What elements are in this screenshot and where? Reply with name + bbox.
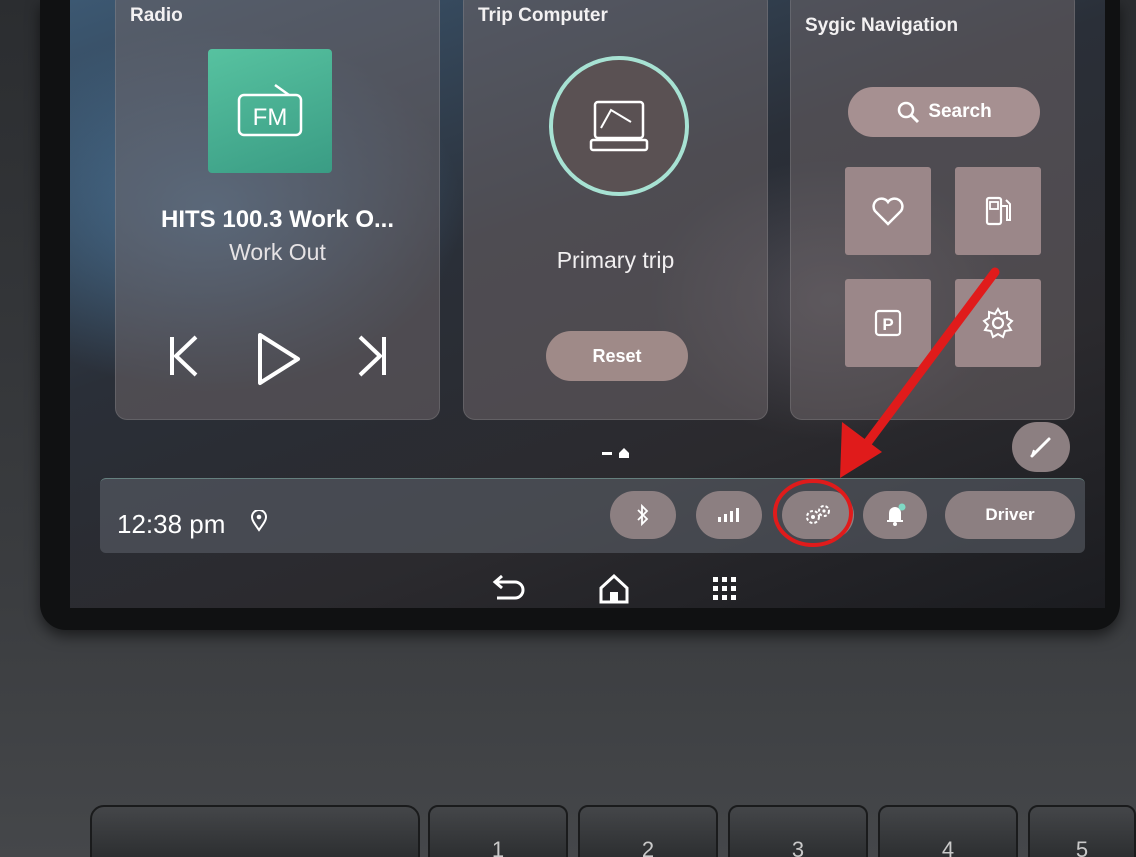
back-icon[interactable] [485,572,525,606]
navigation-card[interactable]: Sygic Navigation Search P [790,0,1075,420]
edit-button[interactable] [1012,422,1070,472]
search-icon [898,101,920,124]
parking-letter: P [882,315,893,334]
infotainment-screen: Radio FM HITS 100.3 Work O... Work Out T… [70,0,1105,608]
clock: 12:38 pm [117,509,226,539]
next-icon[interactable] [352,331,392,381]
playback-controls [156,331,396,391]
preset-button-3[interactable]: 3 [728,805,868,857]
volume-knob-area[interactable] [90,805,420,857]
parking-tile[interactable]: P [845,279,931,367]
radio-icon: FM [237,83,303,137]
vehicle-settings-button[interactable] [782,491,854,539]
trip-computer-card[interactable]: Trip Computer Primary trip Reset [463,0,768,420]
gears-icon [806,505,830,524]
trip-label: Primary trip [556,247,675,273]
preset-button-1[interactable]: 1 [428,805,568,857]
search-button[interactable]: Search [848,87,1040,137]
radio-title: Radio [130,5,183,26]
trip-computer-icon [589,100,649,152]
favorites-tile[interactable] [845,167,931,255]
home-icon[interactable] [597,572,631,606]
fm-logo[interactable]: FM [208,49,332,173]
parking-icon: P [874,309,902,337]
play-icon[interactable] [254,331,302,387]
preset-buttons: 1 2 3 4 5 [90,805,1136,857]
program-name: Work Out [229,239,326,265]
nav-settings-tile[interactable] [955,279,1041,367]
nav-title: Sygic Navigation [805,15,959,36]
fm-label: FM [253,104,288,131]
pencil-icon [1030,437,1051,458]
signal-strength-icon [718,508,739,522]
notifications-button[interactable] [863,491,927,539]
location-pin-icon[interactable] [250,510,268,532]
bluetooth-icon [637,504,649,526]
search-label: Search [928,101,992,122]
trip-title: Trip Computer [478,5,608,26]
page-dot [602,451,612,455]
bell-icon [887,503,906,526]
preset-button-5[interactable]: 5 [1028,805,1136,857]
driver-profile-button[interactable]: Driver [945,491,1075,539]
station-name: HITS 100.3 Work O... [161,206,394,233]
gear-icon [982,307,1014,339]
fuel-icon [985,196,1011,226]
bluetooth-button[interactable] [610,491,676,539]
radio-card[interactable]: Radio FM HITS 100.3 Work O... Work Out [115,0,440,420]
fuel-tile[interactable] [955,167,1041,255]
app-grid-icon[interactable] [708,572,742,606]
heart-icon [872,197,904,226]
preset-button-2[interactable]: 2 [578,805,718,857]
previous-icon[interactable] [164,331,204,381]
signal-button[interactable] [696,491,762,539]
trip-icon-circle[interactable] [549,56,689,196]
page-indicator[interactable] [602,447,630,459]
status-bar: 12:38 pm Driver [100,478,1085,553]
home-page-icon [619,448,629,458]
preset-button-4[interactable]: 4 [878,805,1018,857]
reset-button[interactable]: Reset [546,331,688,381]
